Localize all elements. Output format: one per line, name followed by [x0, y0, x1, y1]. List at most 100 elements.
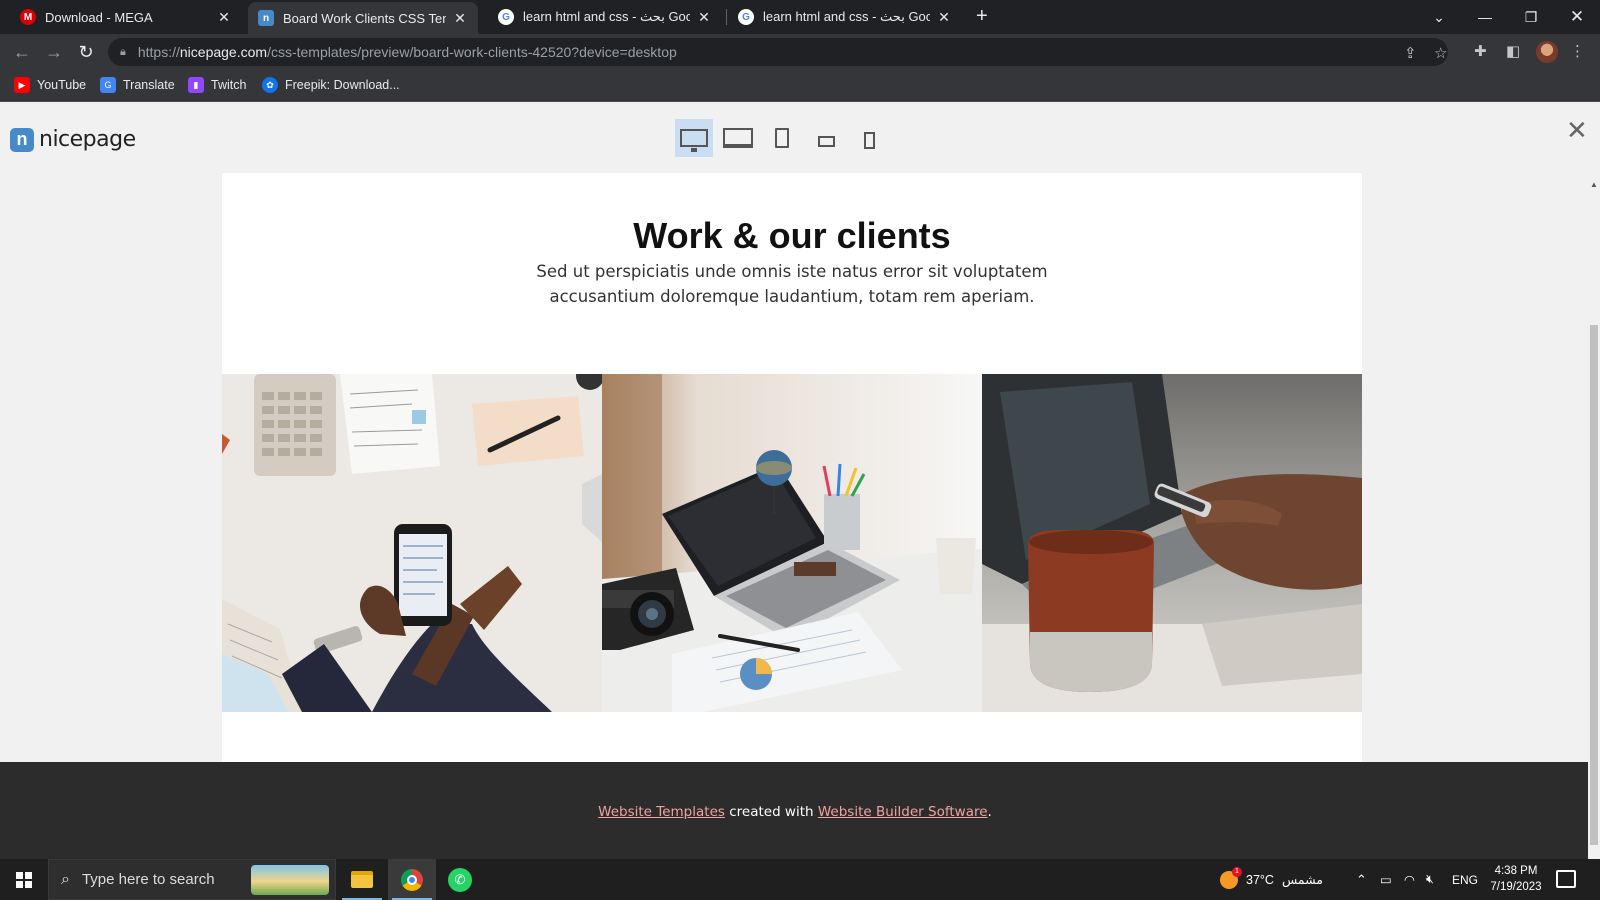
google-icon: G	[498, 9, 514, 25]
weather-badge: 1	[1232, 866, 1242, 877]
tab-google-search-2[interactable]: G learn html and css - بحث Google ✕	[728, 0, 962, 34]
weather-condition: مشمس	[1281, 873, 1323, 887]
tab-mega[interactable]: M Download - MEGA ✕	[10, 0, 242, 34]
close-tab-icon[interactable]: ✕	[696, 9, 712, 26]
taskbar-whatsapp[interactable]: ✆	[436, 859, 484, 900]
minimize-icon[interactable]: —	[1462, 0, 1508, 34]
footer-end-text: .	[987, 804, 992, 820]
folder-icon	[351, 871, 373, 888]
bookmark-twitch[interactable]: ▮ Twitch	[188, 77, 246, 93]
bookmark-label: YouTube	[37, 78, 87, 92]
wifi-icon[interactable]: ◠	[1404, 859, 1415, 900]
bookmark-label: Translate	[123, 78, 175, 92]
phone-landscape-icon	[817, 135, 835, 147]
language-indicator[interactable]: ENG	[1452, 859, 1478, 900]
browser-toolbar: ← → ↻ 🔒︎ https://nicepage.com/css-templa…	[0, 34, 1600, 70]
scroll-up-arrow-icon[interactable]: ▲	[1590, 180, 1598, 189]
tab-title: Download - MEGA	[45, 9, 153, 25]
brand-name: nicepage	[39, 127, 136, 152]
nicepage-logo-icon: n	[10, 127, 34, 152]
google-icon: G	[738, 9, 754, 25]
forward-icon[interactable]: →	[42, 40, 66, 64]
website-templates-link[interactable]: Website Templates	[598, 804, 725, 820]
device-phone-landscape-button[interactable]	[807, 119, 845, 157]
bookmark-freepik[interactable]: ✿ Freepik: Download...	[262, 77, 400, 93]
address-bar[interactable]: 🔒︎ https://nicepage.com/css-templates/pr…	[108, 38, 1448, 66]
close-window-icon[interactable]: ✕	[1554, 0, 1600, 34]
tab-google-search-1[interactable]: G learn html and css - بحث Google ✕	[488, 0, 722, 34]
extensions-icon[interactable]: ✚	[1474, 42, 1487, 60]
device-desktop-button[interactable]	[675, 119, 713, 157]
bookmark-star-icon[interactable]: ☆	[1434, 44, 1447, 62]
battery-icon[interactable]: ▭	[1380, 859, 1392, 900]
mega-icon: M	[20, 9, 36, 25]
search-icon: ⌕	[61, 870, 70, 888]
freepik-icon: ✿	[262, 77, 278, 93]
search-placeholder: Type here to search	[81, 871, 215, 888]
section-heading: Work & our clients	[633, 215, 951, 256]
twitch-icon: ▮	[188, 77, 204, 93]
restore-icon[interactable]: ❐	[1508, 0, 1554, 34]
tab-title: learn html and css - بحث Google	[523, 9, 690, 24]
laptop-icon	[723, 128, 753, 148]
bookmark-label: Freepik: Download...	[285, 78, 400, 92]
clock-date: 7/19/2023	[1490, 881, 1542, 893]
close-tab-icon[interactable]: ✕	[452, 10, 468, 27]
close-tab-icon[interactable]: ✕	[936, 9, 952, 26]
clock-time: 4:38 PM	[1494, 865, 1538, 877]
taskbar-file-explorer[interactable]	[338, 859, 386, 900]
search-highlight-image	[251, 865, 329, 895]
tablet-icon	[775, 128, 789, 148]
photo-phone-coffee	[982, 374, 1362, 712]
menu-kebab-icon[interactable]: ⋮	[1570, 42, 1585, 60]
tab-divider	[726, 9, 727, 25]
page-viewport: n nicepage ✕ Work & our clients Sed ut p…	[0, 103, 1600, 868]
nicepage-logo[interactable]: n nicepage	[10, 127, 136, 152]
notification-center-icon[interactable]	[1556, 870, 1576, 888]
photo-desk-phone	[222, 374, 602, 712]
taskbar-clock[interactable]: 4:38 PM 7/19/2023	[1480, 863, 1552, 895]
close-tab-icon[interactable]: ✕	[216, 9, 232, 26]
share-icon[interactable]: ⇪	[1404, 44, 1417, 62]
footer-middle-text: created with	[724, 804, 818, 820]
sun-icon: 1	[1220, 866, 1242, 889]
device-phone-button[interactable]	[850, 119, 888, 157]
weather-temperature: 37°C	[1246, 872, 1274, 887]
back-icon[interactable]: ←	[10, 40, 34, 64]
desktop-icon	[680, 129, 708, 152]
phone-icon	[863, 131, 875, 149]
page-scrollbar[interactable]: ▲	[1588, 173, 1600, 859]
start-button[interactable]	[0, 859, 48, 900]
tray-overflow-icon[interactable]: ⌃	[1356, 859, 1367, 900]
device-tablet-button[interactable]	[763, 119, 801, 157]
lock-icon: 🔒︎	[120, 45, 126, 58]
weather-widget[interactable]: 1 37°C مشمس	[1220, 859, 1323, 900]
bookmark-translate[interactable]: G Translate	[100, 77, 175, 93]
tab-strip: M Download - MEGA ✕ n Board Work Clients…	[0, 0, 1600, 34]
volume-muted-icon[interactable]: 🔇︎	[1426, 859, 1434, 900]
chrome-icon	[401, 868, 423, 891]
taskbar-chrome[interactable]	[388, 859, 436, 900]
tab-title: Board Work Clients CSS Template	[283, 10, 446, 26]
windows-logo-icon	[16, 871, 32, 888]
new-tab-button[interactable]: +	[976, 6, 988, 26]
url-text: https://nicepage.com/css-templates/previ…	[137, 44, 677, 60]
scrollbar-thumb[interactable]	[1590, 325, 1598, 845]
bookmark-youtube[interactable]: ▶ YouTube	[14, 77, 86, 93]
template-footer: Website Templates created with Website B…	[0, 762, 1590, 859]
section-lead-text: Sed ut perspiciatis unde omnis iste natu…	[536, 262, 1048, 306]
device-laptop-button[interactable]	[719, 119, 757, 157]
website-builder-link[interactable]: Website Builder Software	[818, 804, 988, 820]
nicepage-icon: n	[258, 10, 274, 26]
side-panel-icon[interactable]: ◧	[1506, 42, 1520, 60]
tab-board-work-clients[interactable]: n Board Work Clients CSS Template ✕	[248, 2, 478, 34]
tab-search-icon[interactable]: ⌄	[1416, 0, 1462, 34]
youtube-icon: ▶	[14, 77, 30, 93]
reload-icon[interactable]: ↻	[74, 40, 98, 64]
taskbar-search-box[interactable]: ⌕ Type here to search	[48, 859, 336, 900]
bookmarks-bar: ▶ YouTube G Translate ▮ Twitch ✿ Freepik…	[0, 70, 1600, 102]
profile-avatar[interactable]	[1536, 41, 1558, 63]
bookmark-label: Twitch	[211, 78, 247, 92]
close-preview-icon[interactable]: ✕	[1566, 117, 1588, 143]
whatsapp-icon: ✆	[448, 867, 472, 892]
